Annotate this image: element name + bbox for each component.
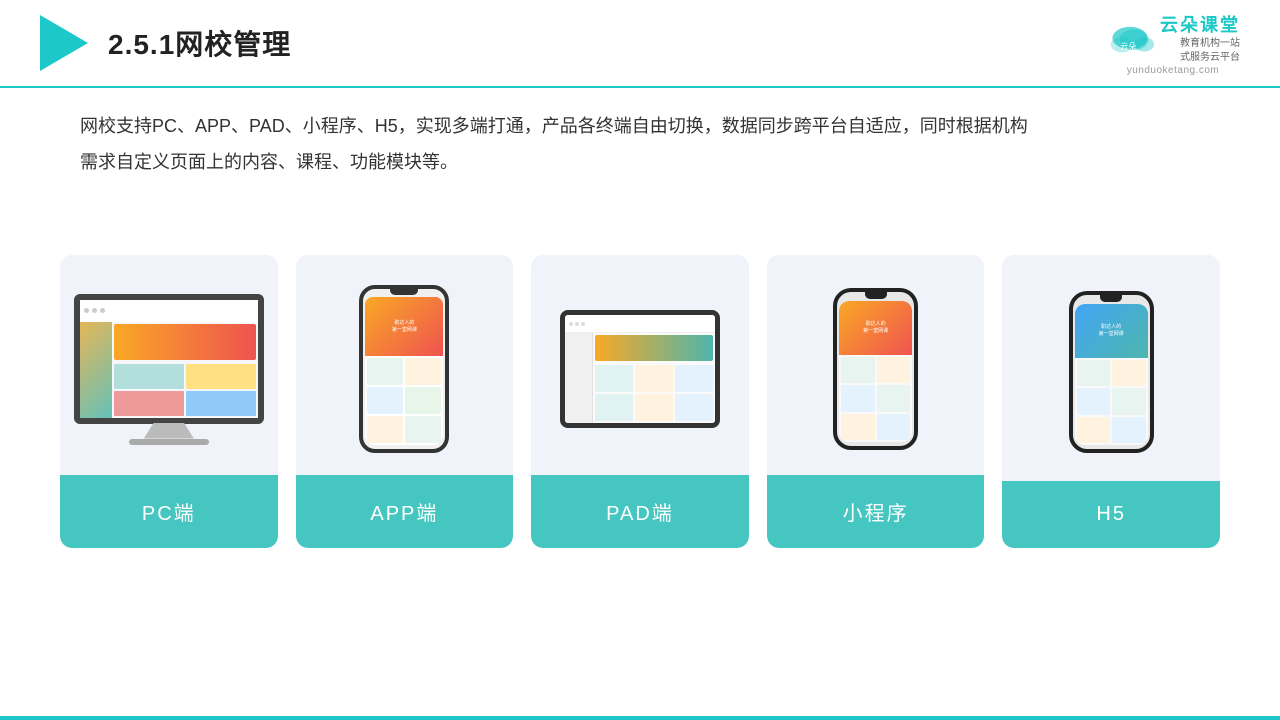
- h5-cell-1: [1077, 360, 1111, 386]
- app-phone-mockup: 职达人的第一堂网课: [359, 285, 449, 453]
- phone-notch: [390, 289, 418, 295]
- phone-cell-1: [367, 358, 403, 385]
- cloud-icon: 云朵: [1106, 22, 1154, 54]
- tablet-topbar: [565, 315, 715, 333]
- bottom-accent-line: [0, 716, 1280, 720]
- h5-phone-screen: 职达人的第一堂网课: [1075, 304, 1148, 445]
- card-h5: 职达人的第一堂网课 H5: [1002, 255, 1220, 548]
- card-pc: PC端: [60, 255, 278, 548]
- tablet-cell-1: [595, 365, 633, 392]
- mini-phone-screen: 职达人的第一堂网课: [839, 301, 912, 442]
- phone-body: [365, 356, 443, 445]
- card-app: 职达人的第一堂网课 APP端: [296, 255, 514, 548]
- card-h5-label: H5: [1002, 481, 1220, 548]
- monitor-frame: [74, 294, 264, 424]
- mini-phone-island: [865, 292, 887, 299]
- phone-cell-4: [405, 387, 441, 414]
- mini-cell-6: [877, 414, 911, 440]
- tablet-hero: [595, 335, 713, 361]
- tablet-main: [593, 333, 715, 423]
- card-pad: PAD端: [531, 255, 749, 548]
- h5-cell-3: [1077, 388, 1111, 414]
- tablet-sidebar: [565, 333, 593, 423]
- phone-cell-2: [405, 358, 441, 385]
- h5-cell-4: [1112, 388, 1146, 414]
- tablet-cell-6: [675, 394, 713, 421]
- mini-cell-2: [877, 357, 911, 383]
- brand-logo-icon: 云朵 云朵课堂 教育机构一站式服务云平台: [1106, 11, 1240, 65]
- phone-cell-3: [367, 387, 403, 414]
- tablet-cell-5: [635, 394, 673, 421]
- h5-cell-2: [1112, 360, 1146, 386]
- mini-cell-3: [841, 385, 875, 411]
- card-h5-image: 职达人的第一堂网课: [1002, 255, 1220, 481]
- tablet-grid: [593, 363, 715, 423]
- monitor-base: [129, 439, 209, 445]
- mini-cell-1: [841, 357, 875, 383]
- description-text: 网校支持PC、APP、PAD、小程序、H5，实现多端打通，产品各终端自由切换，数…: [80, 108, 1200, 180]
- card-mini-image: 职达人的第一堂网课: [767, 255, 985, 475]
- card-app-label: APP端: [296, 475, 514, 548]
- tablet-mockup: [560, 310, 720, 428]
- h5-cell-5: [1077, 417, 1111, 443]
- card-mini: 职达人的第一堂网课 小程序: [767, 255, 985, 548]
- tablet-body: [565, 333, 715, 423]
- h5-cell-6: [1112, 417, 1146, 443]
- h5-phone-hero: 职达人的第一堂网课: [1075, 304, 1148, 358]
- phone-screen: 职达人的第一堂网课: [365, 297, 443, 445]
- h5-phone-body: [1075, 358, 1148, 445]
- svg-text:云朵: 云朵: [1120, 42, 1136, 51]
- monitor-stand: [144, 423, 194, 439]
- mini-phone-hero: 职达人的第一堂网课: [839, 301, 912, 355]
- page-title: 2.5.1网校管理: [108, 23, 291, 63]
- tablet-cell-3: [675, 365, 713, 392]
- card-app-image: 职达人的第一堂网课: [296, 255, 514, 475]
- brand-tagline: 教育机构一站式服务云平台: [1160, 37, 1240, 65]
- cards-container: PC端 职达人的第一堂网课 APP端: [60, 255, 1220, 548]
- card-pad-image: [531, 255, 749, 475]
- card-pc-label: PC端: [60, 475, 278, 548]
- mini-phone-mockup: 职达人的第一堂网课: [833, 288, 918, 450]
- tablet-cell-4: [595, 394, 633, 421]
- card-mini-label: 小程序: [767, 475, 985, 548]
- tablet-cell-2: [635, 365, 673, 392]
- mini-cell-5: [841, 414, 875, 440]
- mini-cell-4: [877, 385, 911, 411]
- brand-url: yunduoketang.com: [1127, 65, 1220, 76]
- description-content: 网校支持PC、APP、PAD、小程序、H5，实现多端打通，产品各终端自由切换，数…: [80, 116, 1028, 172]
- tablet-screen: [565, 315, 715, 423]
- card-pad-label: PAD端: [531, 475, 749, 548]
- brand-name: 云朵课堂: [1160, 11, 1240, 37]
- logo-triangle-icon: [40, 15, 88, 71]
- top-bar: 2.5.1网校管理 云朵 云朵课堂 教育机构一站式服务云平台 yunduoket…: [0, 0, 1280, 88]
- h5-phone-island: [1100, 295, 1122, 302]
- h5-phone-mockup: 职达人的第一堂网课: [1069, 291, 1154, 453]
- phone-cell-5: [367, 416, 403, 443]
- pc-monitor-mockup: [74, 294, 264, 445]
- phone-hero: 职达人的第一堂网课: [365, 297, 443, 356]
- brand-logo: 云朵 云朵课堂 教育机构一站式服务云平台 yunduoketang.com: [1106, 11, 1240, 76]
- phone-cell-6: [405, 416, 441, 443]
- card-pc-image: [60, 255, 278, 475]
- mini-phone-body: [839, 355, 912, 442]
